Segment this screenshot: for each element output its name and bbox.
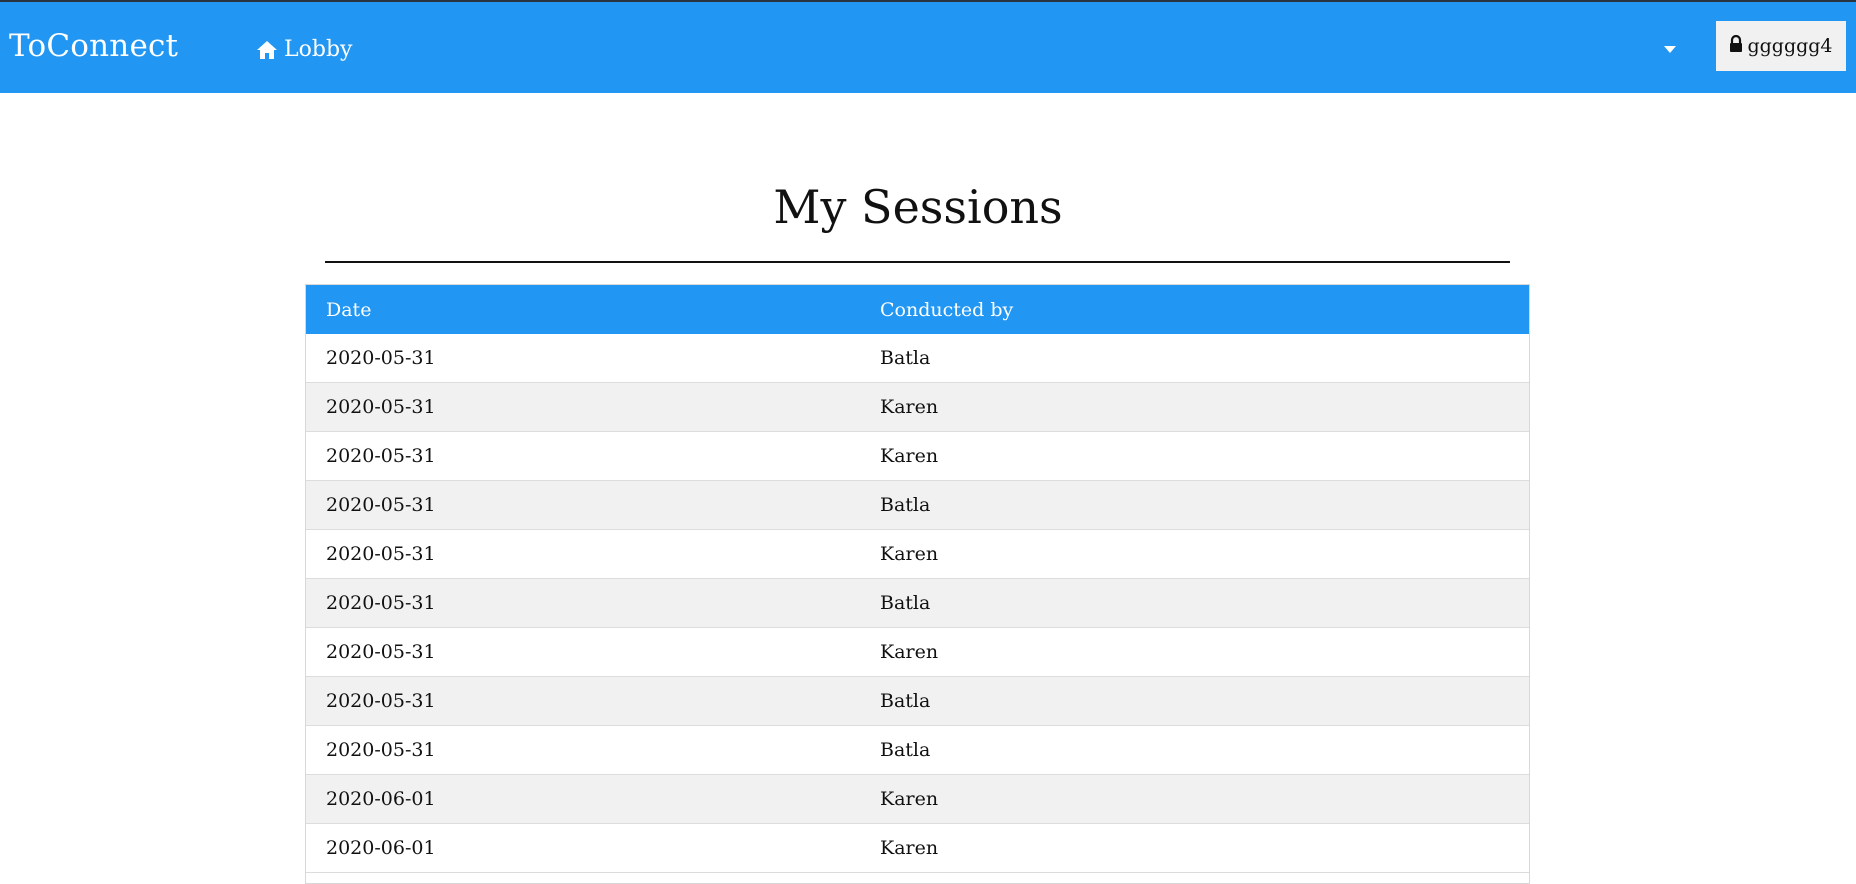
user-account-button[interactable]: gggggg4 <box>1716 21 1846 71</box>
cell-conducted-by: Karen <box>860 431 1529 481</box>
sessions-table: Date Conducted by 2020-05-31 Batla 2020-0… <box>306 285 1529 873</box>
table-row[interactable]: 2020-06-01 Karen <box>306 823 1529 873</box>
cell-date: 2020-05-31 <box>306 627 860 677</box>
cell-date: 2020-05-31 <box>306 480 860 530</box>
table-row[interactable]: 2020-05-31 Batla <box>306 676 1529 726</box>
table-row[interactable]: 2020-05-31 Karen <box>306 529 1529 579</box>
cell-date: 2020-05-31 <box>306 382 860 432</box>
cell-conducted-by: Karen <box>860 529 1529 579</box>
cell-conducted-by: Karen <box>860 627 1529 677</box>
cell-date: 2020-05-31 <box>306 725 860 775</box>
cell-conducted-by: Karen <box>860 382 1529 432</box>
cell-conducted-by: Batla <box>860 725 1529 775</box>
page-title: My Sessions <box>773 180 1063 234</box>
home-icon <box>256 40 278 60</box>
cell-date: 2020-05-31 <box>306 334 860 383</box>
table-row[interactable]: 2020-05-31 Karen <box>306 627 1529 677</box>
table-row[interactable]: 2020-05-31 Batla <box>306 480 1529 530</box>
cell-conducted-by: Batla <box>860 578 1529 628</box>
top-navbar: ToConnect Lobby gggggg4 <box>0 2 1856 93</box>
cell-date: 2020-05-31 <box>306 529 860 579</box>
cell-conducted-by: Batla <box>860 676 1529 726</box>
column-header-date[interactable]: Date <box>306 285 860 334</box>
table-row[interactable]: 2020-05-31 Batla <box>306 334 1529 383</box>
nav-lobby-label: Lobby <box>284 37 353 62</box>
table-row[interactable]: 2020-05-31 Batla <box>306 578 1529 628</box>
table-row[interactable]: 2020-05-31 Batla <box>306 725 1529 775</box>
nav-lobby-link[interactable]: Lobby <box>256 37 352 62</box>
cell-date: 2020-06-01 <box>306 823 860 873</box>
lock-icon <box>1729 34 1743 58</box>
cell-date: 2020-05-31 <box>306 676 860 726</box>
sessions-table-container: Date Conducted by 2020-05-31 Batla 2020-0… <box>305 284 1530 884</box>
column-header-conducted-by[interactable]: Conducted by <box>860 285 1529 334</box>
cell-date: 2020-05-31 <box>306 578 860 628</box>
cell-conducted-by: Batla <box>860 334 1529 383</box>
cell-conducted-by: Batla <box>860 480 1529 530</box>
cell-date: 2020-05-31 <box>306 431 860 481</box>
user-name: gggggg4 <box>1747 35 1833 57</box>
table-row[interactable]: 2020-05-31 Karen <box>306 431 1529 481</box>
table-row[interactable]: 2020-05-31 Karen <box>306 382 1529 432</box>
table-row[interactable]: 2020-06-01 Karen <box>306 774 1529 824</box>
title-divider <box>325 261 1510 263</box>
brand-logo[interactable]: ToConnect <box>9 28 178 64</box>
table-header-row: Date Conducted by <box>306 285 1529 334</box>
cell-date: 2020-06-01 <box>306 774 860 824</box>
dropdown-caret-icon[interactable] <box>1661 41 1679 55</box>
cell-conducted-by: Karen <box>860 774 1529 824</box>
cell-conducted-by: Karen <box>860 823 1529 873</box>
